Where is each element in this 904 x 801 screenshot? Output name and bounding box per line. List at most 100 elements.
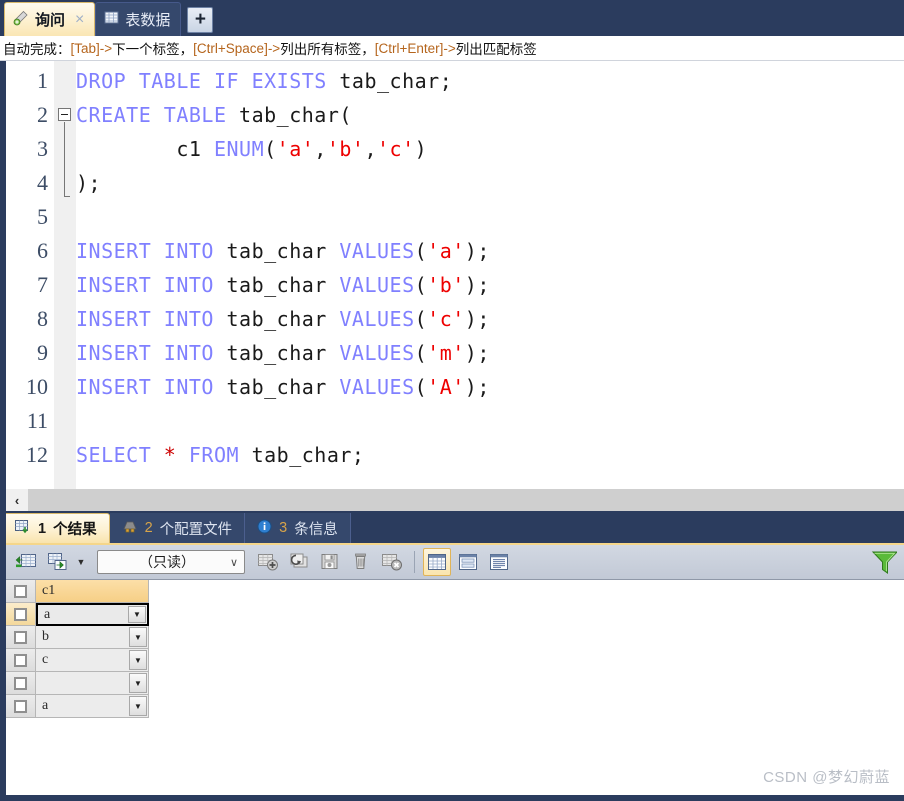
table-row[interactable]: b ▼ <box>6 626 904 649</box>
code-token: ( <box>414 239 428 263</box>
info-icon <box>257 519 272 538</box>
code-line[interactable]: INSERT INTO tab_char VALUES('b'); <box>76 268 490 302</box>
hint-key-tab: [Tab]-> <box>70 40 113 56</box>
hint-key-ctrl-enter: [Ctrl+Enter]-> <box>374 40 456 56</box>
new-tab-button[interactable]: + <box>187 7 214 33</box>
cell-dropdown-icon[interactable]: ▼ <box>129 696 147 716</box>
table-row[interactable]: c ▼ <box>6 649 904 672</box>
scroll-left-icon[interactable]: ‹ <box>6 489 28 511</box>
scroll-track[interactable] <box>28 489 904 511</box>
code-token: ; <box>439 69 453 93</box>
cell-dropdown-icon[interactable]: ▼ <box>128 606 146 623</box>
hint-prefix: 自动完成： <box>3 42 71 57</box>
code-area[interactable]: DROP TABLE IF EXISTS tab_char; CREATE TAB… <box>76 61 904 489</box>
sql-editor[interactable]: 1 2 3 4 5 6 7 8 9 10 11 12 DROP TABLE IF EXISTS tab… <box>0 61 904 489</box>
code-fold-guide-end <box>64 196 70 197</box>
code-token: ); <box>464 341 490 365</box>
editor-horizontal-scrollbar[interactable]: ‹ <box>0 489 904 511</box>
code-token: ENUM <box>213 137 265 161</box>
grid-cell-value: b <box>42 629 49 644</box>
tab-query[interactable]: 询问 × <box>4 2 96 36</box>
code-line[interactable]: INSERT INTO tab_char VALUES('A'); <box>76 370 490 404</box>
grid-cell-value: a <box>44 606 51 622</box>
checkbox-icon <box>14 584 27 598</box>
grid-cell[interactable]: a ▼ <box>36 695 149 718</box>
tab-result[interactable]: 1 个结果 <box>2 513 110 543</box>
code-token: ( <box>414 307 428 331</box>
cell-dropdown-icon[interactable]: ▼ <box>129 673 147 693</box>
code-line[interactable]: INSERT INTO tab_char VALUES('m'); <box>76 336 490 370</box>
grid-cell[interactable]: b ▼ <box>36 626 149 649</box>
tab-profile-count: 2 <box>144 520 153 536</box>
code-token: ); <box>464 375 490 399</box>
tab-messages[interactable]: 3 条信息 <box>245 513 351 543</box>
cancel-record-icon <box>382 554 402 571</box>
grid-view-button[interactable] <box>423 548 451 576</box>
line-number: 6 <box>37 238 48 263</box>
code-fold-column[interactable] <box>54 61 76 489</box>
form-view-button[interactable] <box>454 548 482 576</box>
code-token: ); <box>464 273 490 297</box>
filter-button[interactable] <box>870 548 898 576</box>
code-line[interactable]: ); <box>76 166 101 200</box>
code-token: INSERT INTO <box>76 341 227 365</box>
row-select-checkbox[interactable] <box>6 626 36 649</box>
result-data-grid[interactable]: c1 a ▼ b ▼ c ▼ ▼ a ▼ <box>0 579 904 801</box>
table-row[interactable]: a ▼ <box>6 695 904 718</box>
grid-column-header[interactable]: c1 <box>36 580 149 603</box>
tab-result-label: 个结果 <box>53 522 97 538</box>
hint-text-ctrl-space: 列出所有标签， <box>280 42 375 57</box>
table-data-icon <box>104 10 119 29</box>
add-record-button[interactable] <box>254 548 282 576</box>
code-token: ( <box>414 273 428 297</box>
code-token: tab_char <box>226 307 340 331</box>
chevron-down-icon[interactable]: ▼ <box>74 548 88 576</box>
code-token: tab_char <box>226 273 340 297</box>
text-view-button[interactable] <box>485 548 513 576</box>
checkbox-icon <box>14 676 27 690</box>
line-number-gutter: 1 2 3 4 5 6 7 8 9 10 11 12 <box>6 61 54 489</box>
code-fold-toggle[interactable] <box>58 108 71 121</box>
tab-messages-label: 条信息 <box>294 521 338 538</box>
line-number: 4 <box>37 170 48 195</box>
code-line[interactable]: c1 ENUM('a','b','c') <box>76 132 427 166</box>
close-icon[interactable]: × <box>75 11 84 29</box>
code-token: 'a' <box>427 239 465 263</box>
row-select-checkbox[interactable] <box>6 603 36 626</box>
grid-cell[interactable]: ▼ <box>36 672 149 695</box>
row-select-checkbox[interactable] <box>6 695 36 718</box>
hint-text-tab: 下一个标签， <box>112 42 194 57</box>
edit-mode-select[interactable]: （只读） ∨ <box>97 550 245 574</box>
cancel-edit-button[interactable] <box>378 548 406 576</box>
export-grid-button[interactable] <box>43 548 71 576</box>
checkbox-icon <box>14 699 27 713</box>
code-token: , <box>314 137 327 161</box>
grid-cell[interactable]: c ▼ <box>36 649 149 672</box>
window-left-edge <box>0 61 6 801</box>
select-all-checkbox[interactable] <box>6 580 36 603</box>
code-token: VALUES <box>339 307 415 331</box>
grid-cell[interactable]: a ▼ <box>36 603 149 626</box>
text-view-icon <box>490 554 508 570</box>
code-line[interactable]: CREATE TABLE tab_char( <box>76 98 352 132</box>
tab-table-data[interactable]: 表数据 <box>95 2 182 36</box>
code-line[interactable]: DROP TABLE IF EXISTS tab_char; <box>76 64 452 98</box>
table-row[interactable]: a ▼ <box>6 603 904 626</box>
refresh-record-button[interactable] <box>285 548 313 576</box>
code-line[interactable]: INSERT INTO tab_char VALUES('c'); <box>76 302 490 336</box>
code-line[interactable]: SELECT * FROM tab_char; <box>76 438 364 472</box>
import-grid-button[interactable] <box>12 548 40 576</box>
save-record-button[interactable] <box>316 548 344 576</box>
code-line[interactable]: INSERT INTO tab_char VALUES('a'); <box>76 234 490 268</box>
tab-messages-count: 3 <box>279 520 288 536</box>
table-row[interactable]: ▼ <box>6 672 904 695</box>
cell-dropdown-icon[interactable]: ▼ <box>129 650 147 670</box>
cell-dropdown-icon[interactable]: ▼ <box>129 627 147 647</box>
add-record-icon <box>258 554 278 571</box>
row-select-checkbox[interactable] <box>6 649 36 672</box>
code-token: FROM <box>176 443 252 467</box>
delete-record-button[interactable] <box>347 548 375 576</box>
code-token: ); <box>464 239 490 263</box>
row-select-checkbox[interactable] <box>6 672 36 695</box>
tab-profile[interactable]: 2 个配置文件 <box>109 513 246 543</box>
